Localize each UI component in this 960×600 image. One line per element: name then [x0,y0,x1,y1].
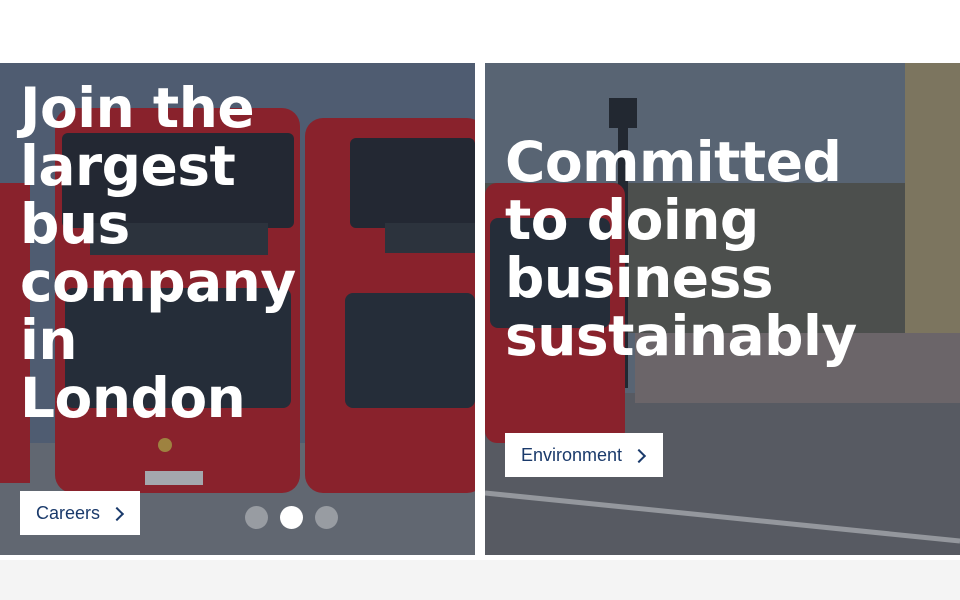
chevron-right-icon [109,506,125,522]
careers-button-label: Careers [36,502,101,523]
careers-card[interactable]: Join the largest bus company in London C… [0,63,475,555]
page-bottom-band [0,560,960,600]
carousel-dots [245,506,338,529]
carousel-dot-1[interactable] [245,506,268,529]
careers-headline: Join the largest bus company in London [20,76,296,430]
careers-button[interactable]: Careers [20,491,140,535]
environment-headline: Committed to doing business sustainably [505,130,857,368]
carousel-dot-3[interactable] [315,506,338,529]
chevron-right-icon [631,448,647,464]
environment-button[interactable]: Environment [505,433,663,477]
environment-card[interactable]: Committed to doing business sustainably … [485,63,960,555]
carousel-dot-2[interactable] [280,506,303,529]
environment-button-label: Environment [521,444,623,465]
